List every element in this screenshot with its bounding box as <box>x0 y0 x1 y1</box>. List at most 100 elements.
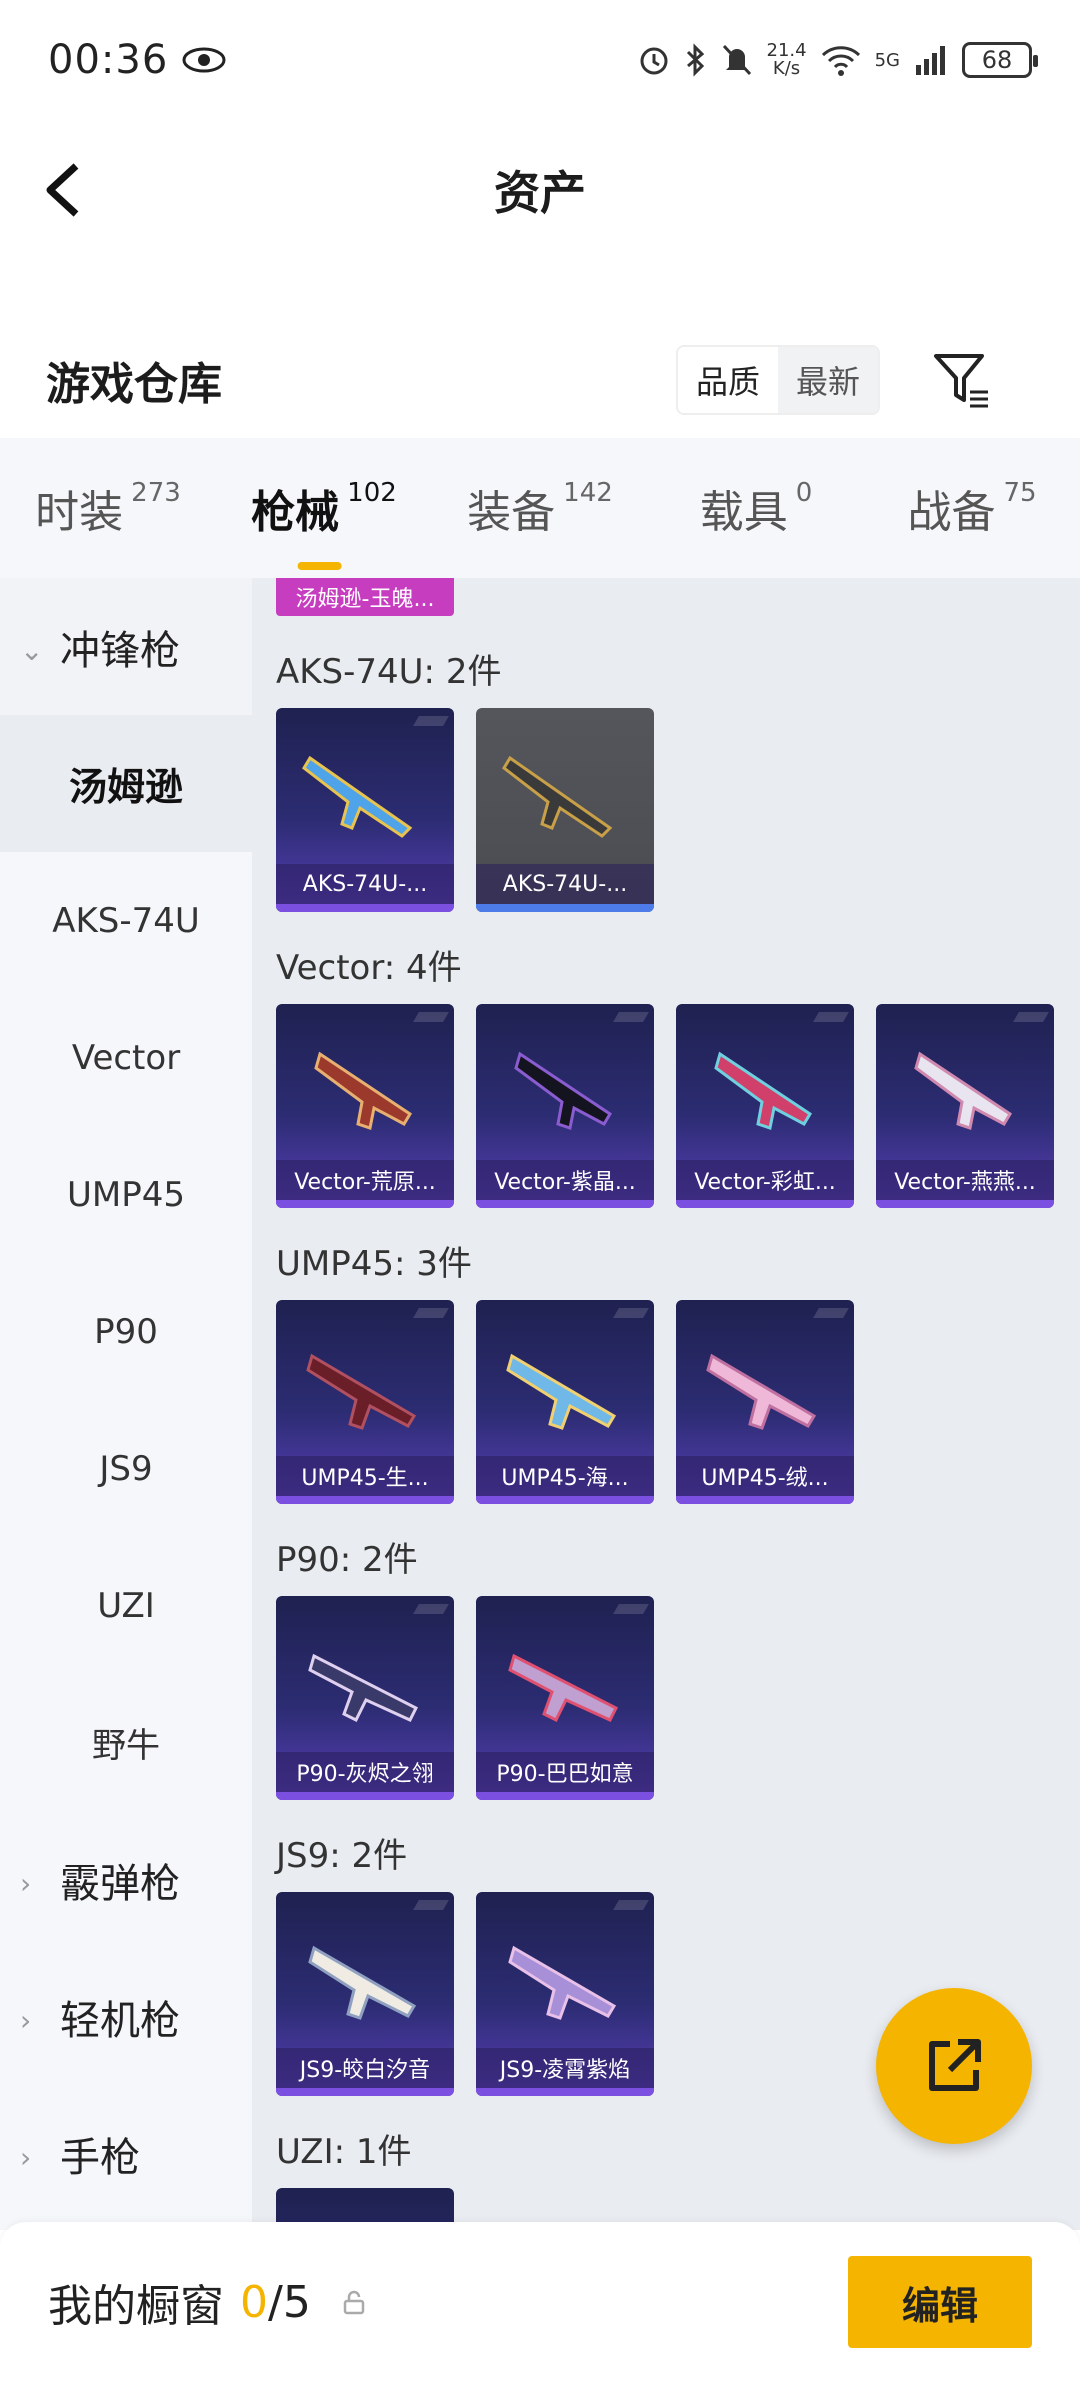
tab-battle-prep[interactable]: 战备 75 <box>864 476 1080 540</box>
lock-icon <box>343 2290 365 2315</box>
weapon-card[interactable]: UMP45-海... <box>476 1300 654 1504</box>
tab-equipment[interactable]: 装备 142 <box>432 476 648 540</box>
section-title: UMP45: 3件 <box>276 1244 472 1284</box>
wifi-icon <box>821 46 860 76</box>
tab-label: 时装 <box>35 487 124 538</box>
sidebar-group-label: 轻机枪 <box>60 1997 180 2044</box>
section-title: Vector: 4件 <box>276 948 462 988</box>
weapon-card[interactable]: AKS-74U-... <box>276 708 454 912</box>
weapon-grid: 汤姆逊-玉魄... AKS-74U: 2件 AKS-74U-... AKS-74… <box>252 578 1080 2230</box>
gun-icon <box>914 1051 1013 1130</box>
sidebar-group-pistol[interactable]: › 手枪 <box>0 2085 252 2222</box>
weapon-card[interactable]: Vector-荒原... <box>276 1004 454 1208</box>
nav-header: 资产 <box>0 120 1080 260</box>
filter-icon[interactable] <box>930 348 994 412</box>
showcase-count: 0/5 <box>240 2276 311 2328</box>
tab-firearms[interactable]: 枪械 102 <box>216 476 432 540</box>
alarm-icon <box>640 47 668 75</box>
status-bar: 00:36 21.4 K/s 5G 68 <box>0 0 1080 120</box>
weapon-card-label: P90-灰烬之翎 <box>276 1752 454 1792</box>
chevron-right-icon: › <box>20 2003 32 2037</box>
chevron-right-icon: › <box>20 1866 32 1900</box>
weapon-card[interactable]: Vector-彩虹... <box>676 1004 854 1208</box>
tab-vehicles[interactable]: 载具 0 <box>648 476 864 540</box>
section-title: UZI: 1件 <box>276 2132 412 2172</box>
weapon-card-label: AKS-74U-... <box>476 864 654 904</box>
tab-fashion[interactable]: 时装 273 <box>0 476 216 540</box>
network-speed: 21.4 K/s <box>766 40 807 79</box>
tab-count: 273 <box>131 478 181 508</box>
gun-icon <box>314 1051 413 1130</box>
gun-icon <box>306 1353 417 1430</box>
weapon-card-label: UMP45-绒... <box>676 1456 854 1496</box>
weapon-card[interactable]: JS9-凌霄紫焰 <box>476 1892 654 2096</box>
gun-icon <box>508 1945 617 2020</box>
weapon-card-label: AKS-74U-... <box>276 864 454 904</box>
gun-icon <box>302 755 413 838</box>
sidebar-item-p90[interactable]: P90 <box>0 1263 252 1400</box>
signal-icon <box>916 46 945 75</box>
sidebar-group-lmg[interactable]: › 轻机枪 <box>0 1948 252 2085</box>
weapon-card-label: UMP45-海... <box>476 1456 654 1496</box>
mute-icon <box>722 44 751 76</box>
weapon-card[interactable]: JS9-皎白汐音 <box>276 1892 454 2096</box>
weapon-card-label: Vector-紫晶... <box>476 1160 654 1200</box>
weapon-card-label: P90-巴巴如意 <box>476 1752 654 1792</box>
section-title: P90: 2件 <box>276 1540 418 1580</box>
weapon-card[interactable]: UMP45-绒... <box>676 1300 854 1504</box>
sidebar-item-vector[interactable]: Vector <box>0 989 252 1126</box>
weapon-card[interactable]: UMP45-生... <box>276 1300 454 1504</box>
weapon-card[interactable]: Vector-紫晶... <box>476 1004 654 1208</box>
gun-icon <box>714 1051 813 1130</box>
weapon-card-label: UMP45-生... <box>276 1456 454 1496</box>
category-tabs: 时装 273 枪械 102 装备 142 载具 0 战备 75 <box>0 438 1080 578</box>
sort-toggle: 品质 最新 <box>675 345 880 415</box>
weapon-card-label: Vector-彩虹... <box>676 1160 854 1200</box>
weapon-card-partial[interactable]: 汤姆逊-玉魄... <box>276 578 454 616</box>
weapon-card-label: Vector-燕燕... <box>876 1160 1054 1200</box>
sidebar-item-uzi[interactable]: UZI <box>0 1537 252 1674</box>
warehouse-header: 游戏仓库 品质 最新 <box>0 320 1080 440</box>
tab-label: 载具 <box>699 487 788 538</box>
sort-newest-button[interactable]: 最新 <box>777 347 878 413</box>
sidebar-group-shotgun[interactable]: › 霰弹枪 <box>0 1811 252 1948</box>
weapon-card-label: JS9-皎白汐音 <box>276 2048 454 2088</box>
eye-icon <box>182 47 226 73</box>
showcase-bar: 我的橱窗 0/5 编辑 <box>0 2222 1080 2382</box>
gun-icon <box>308 1653 419 1723</box>
warehouse-title: 游戏仓库 <box>46 359 222 410</box>
gun-icon <box>508 1653 619 1723</box>
weapon-card[interactable]: P90-巴巴如意 <box>476 1596 654 1800</box>
back-arrow-icon[interactable] <box>40 158 100 222</box>
status-time: 00:36 <box>48 37 169 83</box>
share-button[interactable] <box>876 1988 1032 2144</box>
sidebar-item-thompson[interactable]: 汤姆逊 <box>0 715 252 852</box>
sidebar-item-js9[interactable]: JS9 <box>0 1400 252 1537</box>
weapon-card[interactable]: P90-灰烬之翎 <box>276 1596 454 1800</box>
network-type: 5G <box>874 49 900 71</box>
battery-indicator: 68 <box>962 42 1038 78</box>
weapon-card-label: JS9-凌霄紫焰 <box>476 2048 654 2088</box>
tab-count: 0 <box>795 478 813 508</box>
weapon-card-label: Vector-荒原... <box>276 1160 454 1200</box>
sidebar-group-smg[interactable]: ⌄ 冲锋枪 <box>0 578 252 715</box>
gun-icon <box>514 1051 613 1130</box>
tab-count: 102 <box>347 478 397 508</box>
sidebar-item-ump45[interactable]: UMP45 <box>0 1126 252 1263</box>
sidebar-item-bison[interactable]: 野牛 <box>0 1674 252 1811</box>
tab-count: 142 <box>563 478 613 508</box>
sidebar-group-label: 霰弹枪 <box>60 1860 180 1907</box>
edit-button[interactable]: 编辑 <box>848 2256 1032 2348</box>
sort-quality-button[interactable]: 品质 <box>677 347 778 413</box>
tab-count: 75 <box>1003 478 1037 508</box>
weapon-card[interactable]: AKS-74U-... <box>476 708 654 912</box>
section-title: AKS-74U: 2件 <box>276 652 502 692</box>
sidebar-item-aks74u[interactable]: AKS-74U <box>0 852 252 989</box>
weapon-type-sidebar: ⌄ 冲锋枪 汤姆逊 AKS-74U Vector UMP45 P90 JS9 UZ… <box>0 578 252 2230</box>
chevron-down-icon: ⌄ <box>20 633 44 667</box>
weapon-card[interactable]: Vector-燕燕... <box>876 1004 1054 1208</box>
chevron-right-icon: › <box>20 2140 32 2174</box>
showcase-label: 我的橱窗 <box>48 2281 224 2332</box>
sidebar-group-label: 手枪 <box>60 2134 140 2181</box>
gun-icon <box>308 1945 417 2020</box>
